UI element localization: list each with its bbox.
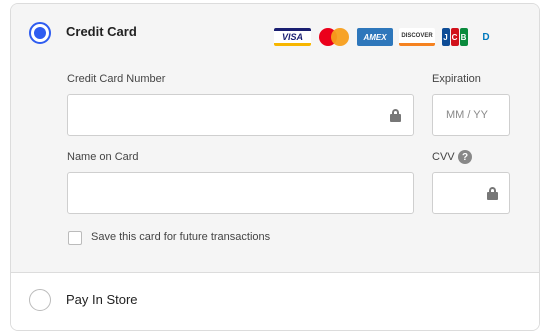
payment-method-panel — [10, 3, 540, 331]
visa-logo: VISA — [274, 28, 311, 46]
amex-logo: AMEX — [357, 28, 393, 46]
save-card-checkbox[interactable] — [68, 231, 82, 245]
name-on-card-label: Name on Card — [67, 151, 139, 163]
help-icon[interactable]: ? — [458, 150, 472, 164]
jcb-logo: JCB — [441, 28, 468, 46]
expiration-input[interactable]: MM / YY — [432, 94, 510, 136]
credit-card-radio[interactable] — [29, 22, 51, 44]
lock-icon — [390, 109, 401, 122]
lock-icon — [487, 187, 498, 200]
cvv-label: CVV — [432, 151, 455, 163]
card-brand-logos: VISA AMEX DISCOVER JCB D — [274, 27, 498, 47]
mastercard-logo — [317, 28, 351, 46]
radio-selected-dot — [34, 27, 46, 39]
credit-card-title: Credit Card — [66, 24, 137, 39]
save-card-label[interactable]: Save this card for future transactions — [91, 231, 270, 243]
cvv-input[interactable] — [432, 172, 510, 214]
pay-in-store-label[interactable]: Pay In Store — [66, 292, 138, 307]
name-on-card-input[interactable] — [67, 172, 414, 214]
diners-logo: D — [482, 31, 490, 43]
discover-logo: DISCOVER — [399, 28, 435, 46]
pay-in-store-radio[interactable] — [29, 289, 51, 311]
card-number-input[interactable] — [67, 94, 414, 136]
card-number-label: Credit Card Number — [67, 73, 166, 85]
expiration-placeholder: MM / YY — [446, 109, 488, 121]
expiration-label: Expiration — [432, 73, 481, 85]
